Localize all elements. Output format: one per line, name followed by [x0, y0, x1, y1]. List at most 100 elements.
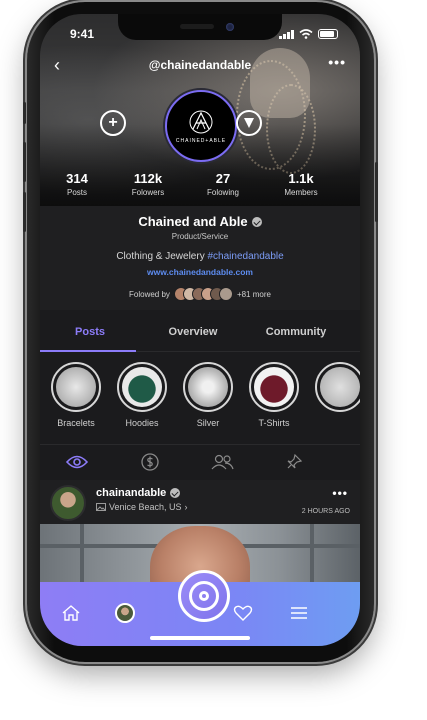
profile-handle: @chainedandable	[148, 58, 252, 72]
tab-community[interactable]: Community	[246, 326, 346, 338]
post-user-row: chainandable	[96, 487, 181, 499]
stat-number: 27	[215, 171, 231, 186]
more-icon[interactable]: •••	[328, 54, 346, 70]
highlight-thumb	[188, 367, 228, 407]
description-text: Clothing & Jewelery	[116, 251, 205, 262]
hashtag-link[interactable]: #chainedandable	[207, 251, 283, 262]
stat-label: Members	[284, 188, 318, 197]
profile-tabs: Posts Overview Community	[40, 318, 360, 352]
content-filter-tabs	[40, 444, 360, 478]
bottom-nav	[40, 570, 360, 646]
post-time: 2 HOURS AGO	[301, 508, 350, 515]
profile-info: Chained and Able Product/Service Clothin…	[40, 206, 360, 310]
phone-screen: 9:41 ‹ @chainedandable ••• + CHAINED+ABL…	[40, 14, 360, 646]
silent-switch	[23, 102, 26, 124]
stat-number: 314	[66, 171, 88, 186]
filter-shop[interactable]	[138, 453, 162, 471]
chevron-right-icon: ›	[184, 502, 188, 512]
status-time: 9:41	[70, 27, 95, 41]
battery-icon	[318, 29, 338, 39]
highlight-label: Bracelets	[57, 418, 95, 428]
post-avatar[interactable]	[50, 485, 86, 521]
nav-profile[interactable]	[114, 602, 136, 624]
highlight-bracelets[interactable]: Bracelets	[48, 362, 104, 428]
tab-overview[interactable]: Overview	[143, 326, 243, 338]
avatar	[115, 603, 135, 623]
logo-wordmark: CHAINED+ABLE	[175, 137, 227, 144]
post-username[interactable]: chainandable	[96, 487, 166, 499]
followed-by[interactable]: Folowed by +81 more	[40, 287, 360, 301]
profile-category: Product/Service	[171, 232, 229, 241]
home-indicator[interactable]	[150, 636, 250, 640]
filter-pinned[interactable]	[282, 453, 306, 471]
follower-avatars	[173, 287, 233, 301]
camera-icon	[189, 581, 219, 611]
dollar-icon	[141, 453, 159, 471]
highlight-thumb	[122, 367, 162, 407]
profile-avatar[interactable]: CHAINED+ABLE	[165, 90, 237, 162]
highlight-next[interactable]	[312, 362, 360, 412]
nav-menu[interactable]	[288, 602, 310, 624]
highlight-silver[interactable]: Silver	[180, 362, 236, 428]
stat-number: 112k	[133, 171, 163, 186]
profile-name: Chained and Able	[138, 214, 248, 229]
highlight-label: Hoodies	[125, 418, 159, 428]
top-bar: ‹ @chainedandable •••	[40, 54, 360, 76]
volume-down-button	[23, 192, 26, 232]
website-link[interactable]: www.chainedandable.com	[40, 267, 360, 277]
highlight-thumb	[56, 367, 96, 407]
stat-following[interactable]: 27 Folowing	[188, 171, 258, 197]
highlight-ring	[183, 362, 233, 412]
verified-icon	[251, 216, 262, 227]
status-bar: 9:41	[40, 27, 360, 43]
highlight-hoodies[interactable]: Hoodies	[114, 362, 170, 428]
highlight-ring	[249, 362, 299, 412]
nav-likes[interactable]	[232, 602, 254, 624]
add-button[interactable]: +	[100, 110, 126, 136]
stat-label: Folowers	[131, 188, 165, 197]
filter-all[interactable]	[65, 453, 89, 471]
highlight-ring	[51, 362, 101, 412]
follower-avatar	[218, 287, 233, 301]
highlight-label: T-Shirts	[258, 418, 290, 428]
pin-icon	[287, 454, 302, 469]
add-icon: +	[108, 114, 118, 131]
stat-members[interactable]: 1.1k Members	[266, 171, 336, 197]
send-button[interactable]	[236, 110, 262, 136]
post-header: chainandable Venice Beach, US › ••• 2 HO…	[40, 480, 360, 524]
people-icon	[211, 454, 234, 470]
eye-icon	[66, 455, 88, 469]
story-highlights: Bracelets Hoodies Silver T-Shirts	[40, 354, 360, 442]
logo-icon	[189, 110, 213, 133]
send-icon	[244, 118, 254, 128]
stat-followers[interactable]: 112k Folowers	[113, 171, 183, 197]
highlight-ring	[315, 362, 360, 412]
post-location[interactable]: Venice Beach, US ›	[96, 502, 188, 512]
stat-label: Posts	[66, 188, 87, 197]
volume-up-button	[23, 142, 26, 182]
profile-name-row: Chained and Able	[40, 214, 360, 229]
profile-description: Clothing & Jewelery #chainedandable	[40, 251, 360, 262]
power-button	[375, 162, 378, 222]
stat-posts[interactable]: 314 Posts	[42, 171, 112, 197]
post-location-text: Venice Beach, US	[109, 502, 182, 512]
signal-icon	[279, 29, 294, 39]
menu-icon	[291, 607, 307, 619]
stat-label: Folowing	[206, 188, 239, 197]
nav-camera[interactable]	[178, 570, 230, 622]
profile-stats: 314 Posts 112k Folowers 27 Folowing 1.1k…	[40, 171, 360, 201]
post-more-icon[interactable]: •••	[332, 486, 348, 500]
nav-home[interactable]	[60, 602, 82, 624]
followers-more-count: +81 more	[236, 289, 271, 299]
status-icons	[279, 29, 338, 39]
highlight-tshirts[interactable]: T-Shirts	[246, 362, 302, 428]
active-tab-indicator	[40, 350, 136, 352]
image-icon	[96, 503, 106, 511]
tab-posts[interactable]: Posts	[40, 326, 140, 338]
filter-community[interactable]	[210, 453, 234, 471]
highlight-thumb	[254, 367, 294, 407]
followed-by-label: Folowed by	[129, 289, 170, 299]
home-icon	[62, 605, 80, 621]
heart-icon	[233, 605, 253, 621]
highlight-thumb	[320, 367, 360, 407]
